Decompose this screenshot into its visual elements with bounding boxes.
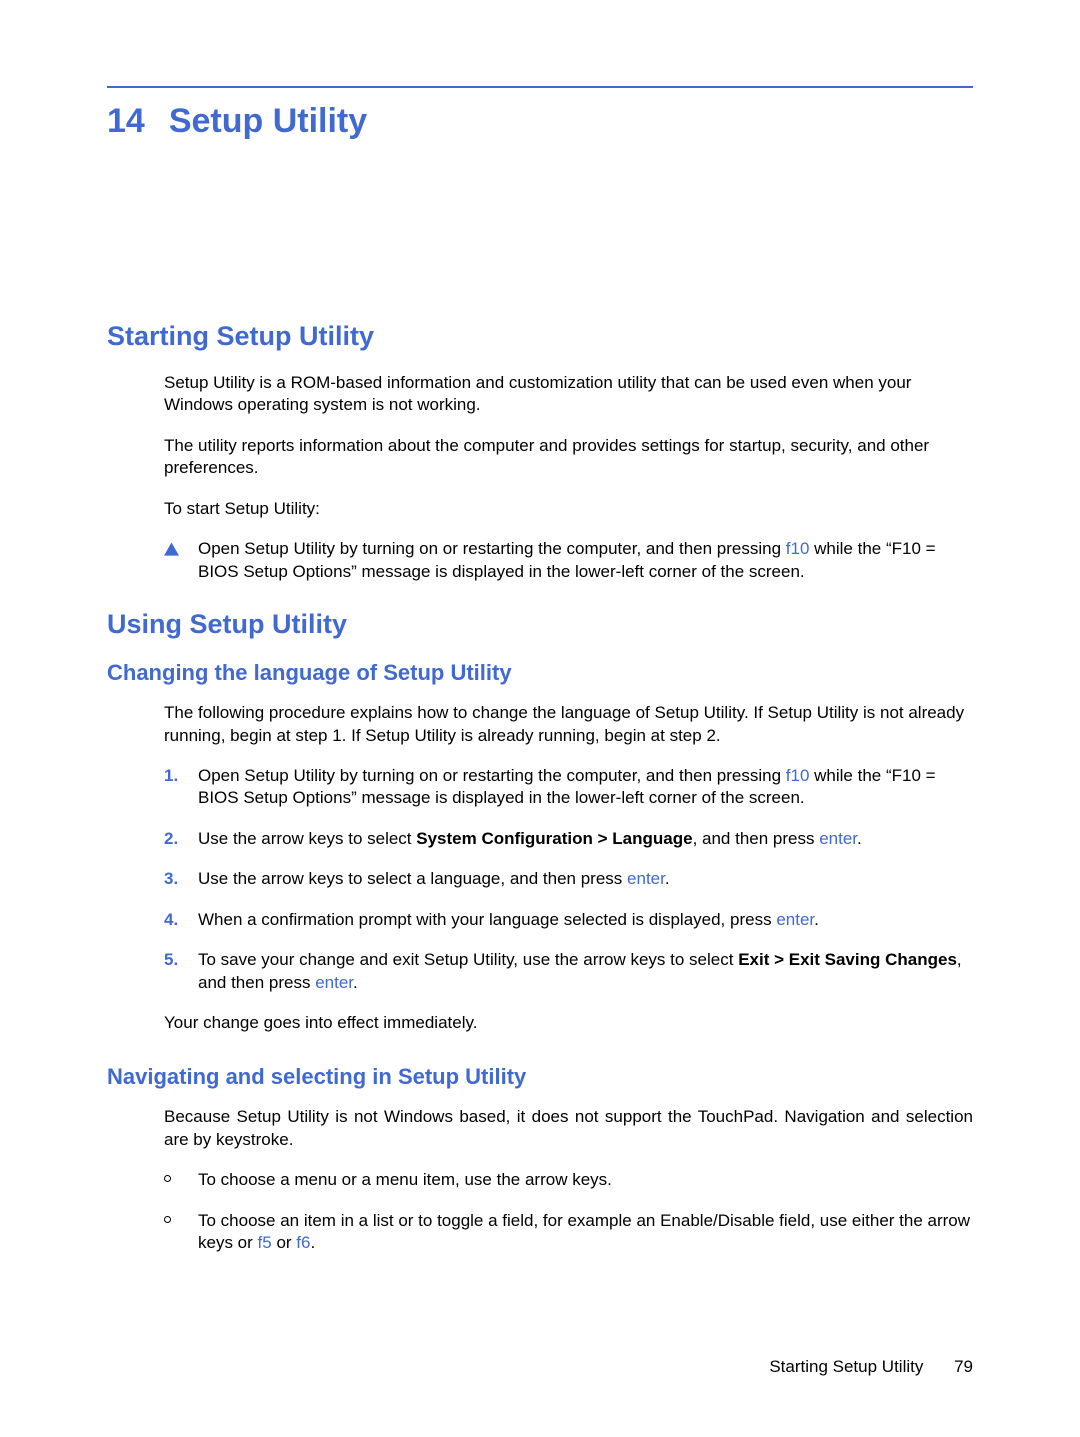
paragraph: Your change goes into effect immediately…: [164, 1012, 973, 1034]
list-item: To choose a menu or a menu item, use the…: [164, 1169, 973, 1191]
list-item: 4. When a confirmation prompt with your …: [164, 909, 973, 931]
list-item: To choose an item in a list or to toggle…: [164, 1210, 973, 1255]
top-rule: [107, 86, 973, 88]
keycap: enter: [776, 910, 814, 929]
keycap: enter: [627, 869, 665, 888]
list-text: To choose a menu or a menu item, use the…: [198, 1169, 612, 1191]
heading-using-setup-utility: Using Setup Utility: [107, 609, 973, 640]
unordered-list: To choose a menu or a menu item, use the…: [164, 1169, 973, 1254]
list-text: Open Setup Utility by turning on or rest…: [198, 765, 973, 810]
keycap: f10: [786, 539, 810, 558]
list-text: To choose an item in a list or to toggle…: [198, 1210, 973, 1255]
list-number: 2.: [164, 828, 198, 850]
footer-section-name: Starting Setup Utility: [769, 1357, 923, 1376]
subsection-body: The following procedure explains how to …: [107, 702, 973, 1034]
single-step: Open Setup Utility by turning on or rest…: [164, 538, 973, 583]
keycap: enter: [819, 829, 857, 848]
document-page: 14 Setup Utility Starting Setup Utility S…: [0, 0, 1080, 1255]
paragraph: To start Setup Utility:: [164, 498, 973, 520]
list-text: Use the arrow keys to select a language,…: [198, 868, 670, 890]
bold-text: System Configuration > Language: [416, 829, 692, 848]
heading-navigating-selecting: Navigating and selecting in Setup Utilit…: [107, 1064, 973, 1090]
keycap: f5: [258, 1233, 272, 1252]
list-number: 4.: [164, 909, 198, 931]
chapter-number: 14: [107, 102, 145, 141]
paragraph: The utility reports information about th…: [164, 435, 973, 480]
footer-page-number: 79: [954, 1357, 973, 1376]
list-number: 3.: [164, 868, 198, 890]
chapter-title: 14 Setup Utility: [107, 102, 973, 141]
paragraph: Setup Utility is a ROM-based information…: [164, 372, 973, 417]
list-text: Use the arrow keys to select System Conf…: [198, 828, 862, 850]
section-body: Setup Utility is a ROM-based information…: [107, 372, 973, 583]
list-item: 2. Use the arrow keys to select System C…: [164, 828, 973, 850]
ordered-list: 1. Open Setup Utility by turning on or r…: [164, 765, 973, 994]
page-footer: Starting Setup Utility 79: [769, 1357, 973, 1377]
list-text: To save your change and exit Setup Utili…: [198, 949, 973, 994]
list-item: 1. Open Setup Utility by turning on or r…: [164, 765, 973, 810]
chapter-title-text: Setup Utility: [169, 102, 367, 140]
paragraph: The following procedure explains how to …: [164, 702, 973, 747]
list-number: 1.: [164, 765, 198, 810]
keycap: f10: [786, 766, 810, 785]
subsection-body: Because Setup Utility is not Windows bas…: [107, 1106, 973, 1254]
bullet-icon: [164, 1210, 198, 1255]
list-item: 3. Use the arrow keys to select a langua…: [164, 868, 973, 890]
bullet-icon: [164, 1169, 198, 1191]
paragraph: Because Setup Utility is not Windows bas…: [164, 1106, 973, 1151]
list-text: When a confirmation prompt with your lan…: [198, 909, 819, 931]
list-item: 5. To save your change and exit Setup Ut…: [164, 949, 973, 994]
step-text: Open Setup Utility by turning on or rest…: [198, 538, 973, 583]
triangle-icon: [164, 538, 198, 583]
heading-changing-language: Changing the language of Setup Utility: [107, 660, 973, 686]
keycap: enter: [315, 973, 353, 992]
keycap: f6: [296, 1233, 310, 1252]
list-number: 5.: [164, 949, 198, 994]
heading-starting-setup-utility: Starting Setup Utility: [107, 321, 973, 352]
bold-text: Exit > Exit Saving Changes: [738, 950, 957, 969]
